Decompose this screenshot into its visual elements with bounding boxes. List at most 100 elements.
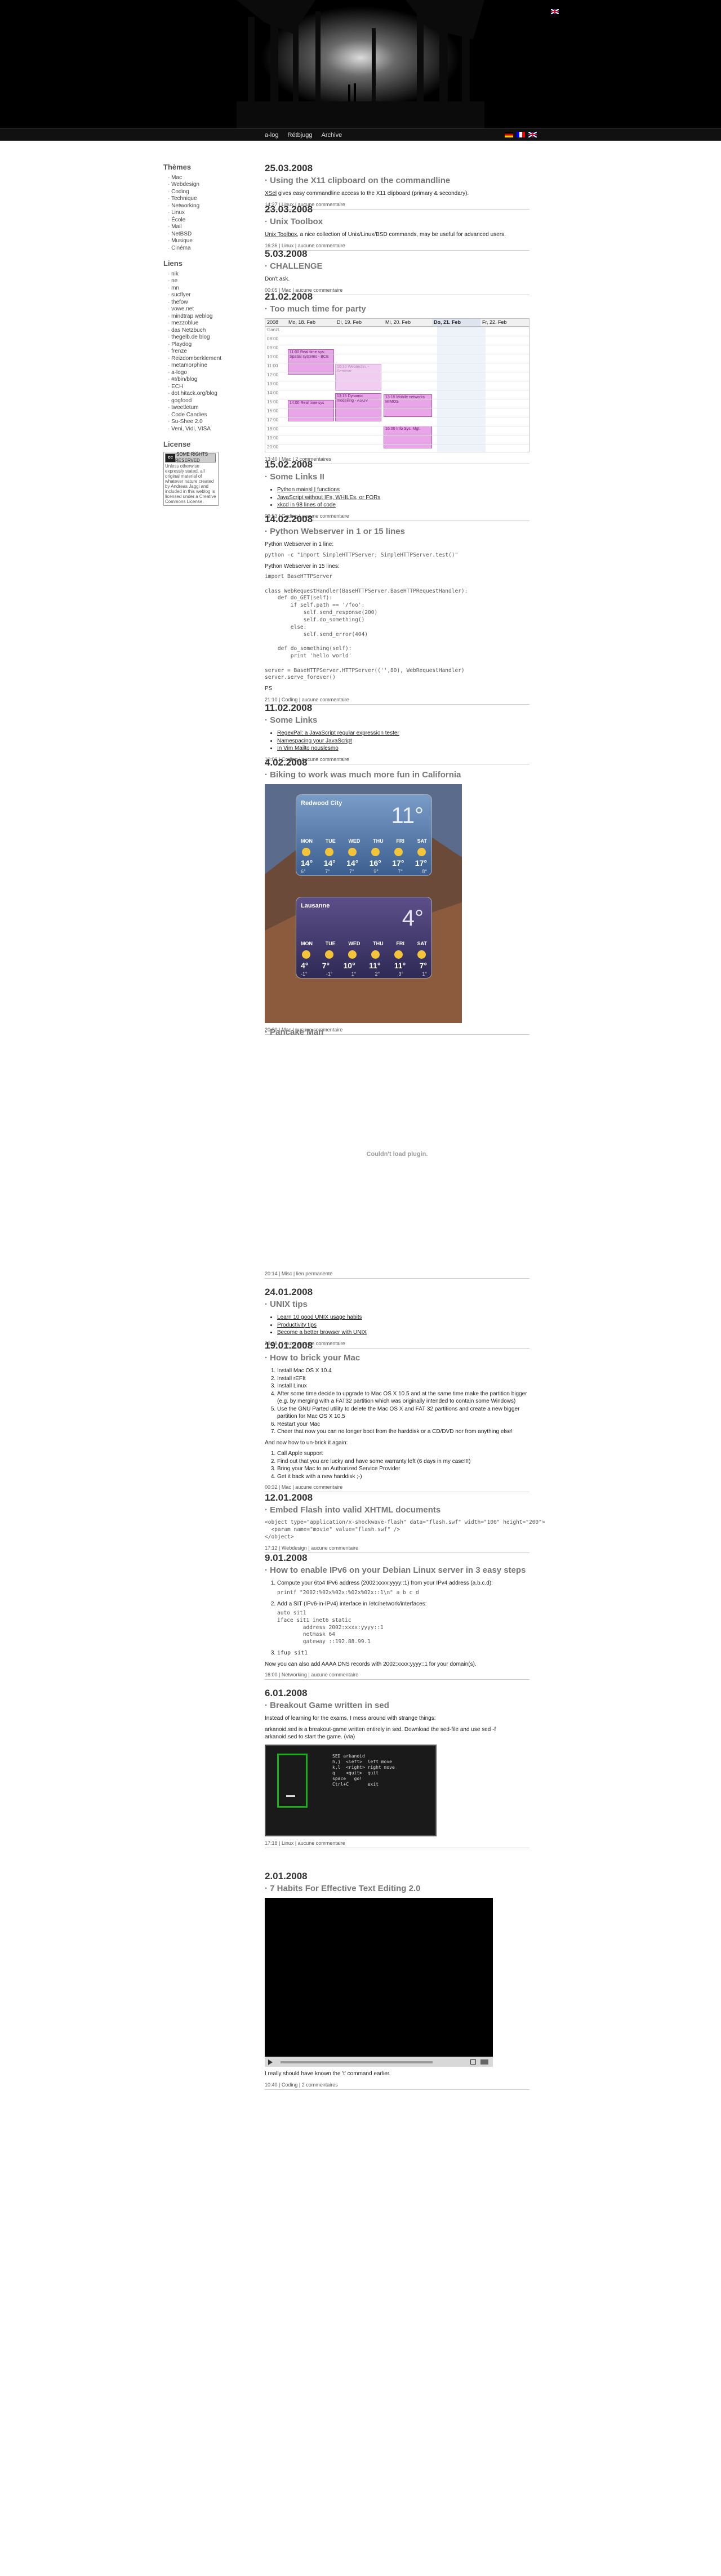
sidebar-item-link-5[interactable]: vowe.net (168, 306, 225, 313)
weather-icons (302, 950, 426, 959)
post-time: 20:14 (265, 1271, 278, 1277)
sidebar-item-link-22[interactable]: Veni, Vidi, VISA (168, 426, 225, 433)
list-link[interactable]: JavaScript without IFs, WHILEs, or FORs (277, 495, 380, 501)
sidebar-item-link-7[interactable]: mezzoblue (168, 320, 225, 327)
sidebar-item-theme-6[interactable]: École (168, 217, 225, 224)
sidebar-item-link-17[interactable]: dot.hitack.org/blog (168, 390, 225, 398)
weather-day-label: WED (348, 941, 360, 947)
post-comments-link[interactable]: aucune commentaire (311, 1672, 358, 1678)
list-link[interactable]: Namespacing your JavaScript (277, 738, 352, 744)
british-flag-icon[interactable] (551, 9, 559, 14)
list-item: Install rEFIt (277, 1375, 529, 1383)
list-item: Add a SIT (IPv6-in-IPv4) interface in /e… (277, 1600, 529, 1647)
sidebar-item-link-2[interactable]: mn (168, 285, 225, 292)
sidebar-item-link-21[interactable]: Su-Shee 2.0 (168, 419, 225, 426)
sidebar-item-theme-2[interactable]: Coding (168, 189, 225, 196)
sidebar-item-link-3[interactable]: sucflyer (168, 292, 225, 299)
sidebar-item-link-9[interactable]: thegelb.de blog (168, 334, 225, 341)
post-category-link[interactable]: Webdesign (282, 1545, 307, 1551)
sidebar-item-link-20[interactable]: Code Candies (168, 412, 225, 419)
sun-icon (325, 950, 333, 959)
list-link[interactable]: Python mainsl | functions (277, 487, 340, 493)
sidebar-item-theme-7[interactable]: Mail (168, 224, 225, 231)
volume-icon[interactable] (480, 2059, 488, 2065)
weather-day-label: MON (301, 838, 313, 844)
game-paddle (286, 1795, 295, 1797)
sidebar-item-theme-1[interactable]: Webdesign (168, 181, 225, 189)
post-text: Instead of learning for the exams, I mes… (265, 1715, 436, 1722)
sidebar-item-theme-3[interactable]: Technique (168, 195, 225, 203)
post-some-links: 11.02.2008 Some Links RegexPal: a JavaSc… (265, 702, 529, 764)
missing-plugin-placeholder[interactable]: Couldn't load plugin. (265, 1042, 529, 1267)
list-link[interactable]: xkcd in 98 lines of code (277, 502, 336, 508)
sun-icon (371, 950, 380, 959)
post-comments-link[interactable]: 2 commentaires (302, 2082, 338, 2088)
post-comments-link[interactable]: aucune commentaire (311, 1545, 358, 1551)
sidebar-item-theme-9[interactable]: Musique (168, 238, 225, 245)
sidebar-item-theme-5[interactable]: Linux (168, 210, 225, 217)
sidebar-item-link-15[interactable]: #!/bin/blog (168, 376, 225, 384)
weather-low-temp: 9° (373, 869, 379, 875)
weather-icons (302, 848, 426, 857)
post-category-link[interactable]: Networking (282, 1672, 307, 1678)
sidebar-item-link-11[interactable]: frenze (168, 348, 225, 355)
post-category-link[interactable]: Coding (282, 2082, 298, 2088)
post-comments-link[interactable]: aucune commentaire (298, 1840, 345, 1846)
sidebar-item-theme-10[interactable]: Cinéma (168, 245, 225, 252)
sidebar-item-theme-0[interactable]: Mac (168, 175, 225, 182)
game-help-line: space go! (332, 1776, 362, 1781)
german-flag-icon[interactable] (505, 132, 513, 137)
sidebar-item-theme-8[interactable]: NetBSD (168, 231, 225, 238)
post-category-link[interactable]: Linux (282, 1840, 294, 1846)
list-link[interactable]: Learn 10 good UNIX usage habits (277, 1314, 362, 1320)
list-link[interactable]: In Vim Mailto nouslesmo (277, 745, 339, 751)
sidebar-item-link-14[interactable]: a-logo (168, 370, 225, 377)
nav-link-blog[interactable]: a-log (265, 131, 278, 140)
play-icon[interactable] (268, 2059, 273, 2066)
post-category-link[interactable]: Misc (282, 1271, 292, 1276)
nav-link-reblog[interactable]: Rétbjugg (287, 131, 312, 140)
calendar-screenshot: 2008 Mo, 18. Feb Di, 19. Feb Mi, 20. Feb… (265, 318, 529, 453)
sidebar-item-link-12[interactable]: Reizdomberklement (168, 355, 225, 363)
list-link[interactable]: Productivity tips (277, 1322, 317, 1328)
xsel-link[interactable]: XSel (265, 190, 277, 197)
sidebar-item-link-1[interactable]: ne (168, 278, 225, 285)
weather-high-temp: 14° (346, 858, 359, 868)
sidebar-item-link-4[interactable]: thefow (168, 299, 225, 306)
game-help-line: Ctrl+C exit (332, 1781, 379, 1787)
sidebar-item-link-16[interactable]: ECH (168, 384, 225, 391)
british-flag-icon[interactable] (528, 132, 537, 137)
fullscreen-icon[interactable] (470, 2059, 476, 2065)
sun-icon (417, 848, 426, 857)
sun-icon (371, 848, 380, 857)
list-item: Restart your Mac (277, 1421, 529, 1429)
video-player[interactable] (265, 1898, 493, 2067)
weather-lows: -1° -1° 1° 2° 3° 1° (301, 971, 427, 977)
post-category-link[interactable]: Mac (282, 1484, 291, 1490)
post-date: 19.01.2008 (265, 1340, 313, 1351)
creative-commons-badge-icon[interactable]: cc SOME RIGHTS RESERVED (165, 452, 216, 463)
code-block: auto sit1 iface sit1 inet6 static addres… (277, 1610, 384, 1645)
post-time: 17:12 (265, 1545, 278, 1551)
post-title: How to brick your Mac (265, 1352, 529, 1364)
sidebar-item-link-10[interactable]: Playdog (168, 341, 225, 349)
weather-low-temp: -1° (301, 971, 308, 977)
sidebar-item-link-19[interactable]: tweetletum (168, 404, 225, 412)
sidebar-item-link-8[interactable]: das Netzbuch (168, 327, 225, 335)
sidebar-item-link-6[interactable]: mindtrap weblog (168, 313, 225, 321)
sidebar-item-link-0[interactable]: nik (168, 271, 225, 278)
sidebar-item-theme-4[interactable]: Networking (168, 203, 225, 210)
post-permalink[interactable]: lien permanente (296, 1271, 333, 1276)
language-flags (505, 132, 537, 137)
video-progress-bar[interactable] (281, 2061, 433, 2064)
post-comments-link[interactable]: aucune commentaire (295, 1484, 342, 1490)
weather-high-temp: 7° (419, 961, 427, 971)
sidebar-item-link-13[interactable]: metamorphine (168, 362, 225, 370)
nav-link-archive[interactable]: Archive (322, 131, 342, 140)
unix-toolbox-link[interactable]: Unix Toolbox (265, 232, 297, 238)
post-brick-mac: 19.01.2008 How to brick your Mac Install… (265, 1340, 529, 1493)
list-link[interactable]: Become a better browser with UNIX (277, 1329, 367, 1336)
list-link[interactable]: RegexPal: a JavaScript regular expressio… (277, 730, 399, 736)
sidebar-item-link-18[interactable]: gogfood (168, 398, 225, 405)
french-flag-icon[interactable] (517, 132, 525, 137)
